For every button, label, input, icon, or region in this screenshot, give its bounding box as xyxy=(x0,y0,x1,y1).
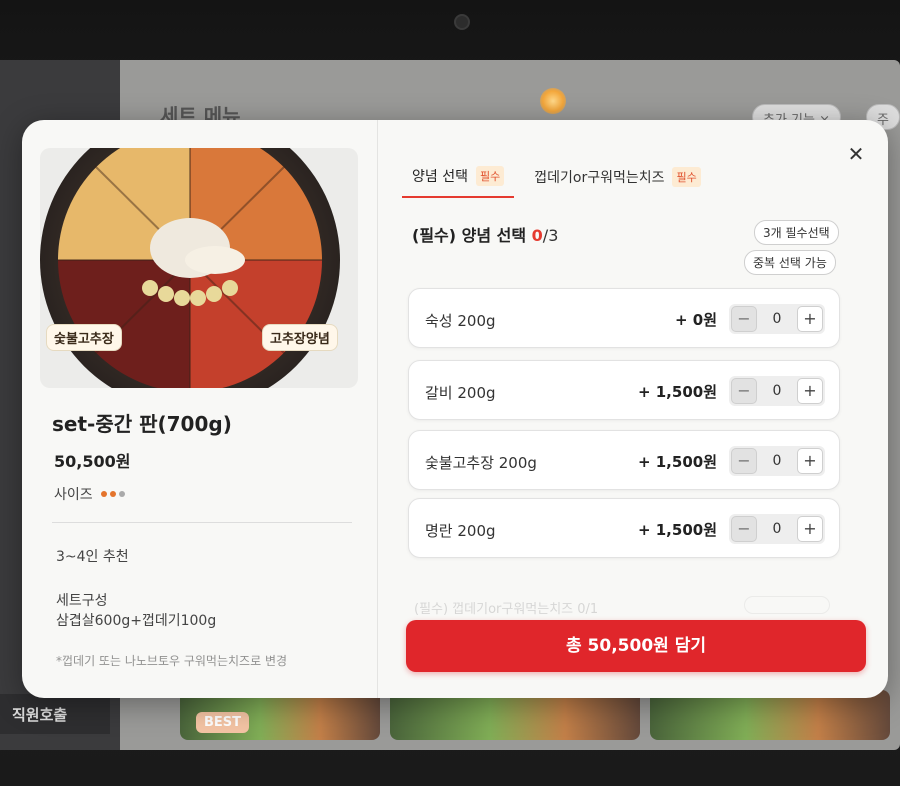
required-badge: 필수 xyxy=(672,167,701,187)
option-name: 명란 200g xyxy=(425,522,496,540)
next-section-chip xyxy=(744,596,830,614)
option-tabs: 양념 선택 필수 껍데기or구워먹는치즈 필수 xyxy=(402,160,711,198)
minus-button[interactable]: − xyxy=(731,378,757,404)
selected-count: 0 xyxy=(531,226,543,245)
option-price: + 1,500원 xyxy=(637,383,717,401)
quantity-value: 0 xyxy=(772,521,782,537)
required-badge: 필수 xyxy=(475,166,505,186)
tab-label: 껍데기or구워먹는치즈 xyxy=(534,170,665,186)
quantity-value: 0 xyxy=(772,311,782,327)
composition-note: *껍데기 또는 나노브토우 구워먹는치즈로 변경 xyxy=(56,654,288,668)
composition-title: 세트구성 xyxy=(56,593,108,609)
option-row[interactable]: 숙성 200g + 0원 − 0 + xyxy=(408,288,840,348)
plus-button[interactable]: + xyxy=(796,516,823,542)
minus-button[interactable]: − xyxy=(731,448,757,474)
composition-text: 삼겹살600g+껍데기100g xyxy=(56,613,217,629)
tab-label: 양념 선택 xyxy=(412,169,468,185)
quantity-value: 0 xyxy=(772,383,782,399)
close-icon[interactable]: ✕ xyxy=(844,142,868,166)
tab-sauce-select[interactable]: 양념 선택 필수 xyxy=(402,160,515,198)
quantity-stepper: − 0 + xyxy=(729,446,825,476)
divider xyxy=(52,522,352,523)
required-total: /3 xyxy=(542,226,559,245)
food-platter-image xyxy=(40,148,340,388)
option-name: 숙성 200g xyxy=(425,312,496,330)
best-badge: BEST xyxy=(196,712,250,733)
plus-button[interactable]: + xyxy=(796,306,823,332)
product-detail-panel: 숯불고추장 고추장양념 set-중간 판(700g) 50,500원 사이즈 3… xyxy=(22,120,378,698)
chip-required-count: 3개 필수선택 xyxy=(754,220,839,245)
tab-skin-or-cheese[interactable]: 껍데기or구워먹는치즈 필수 xyxy=(524,160,711,198)
light-reflection xyxy=(540,88,566,114)
quantity-stepper: − 0 + xyxy=(729,514,825,544)
size-label: 사이즈 xyxy=(54,487,93,503)
quantity-stepper: − 0 + xyxy=(729,376,825,406)
minus-button[interactable]: − xyxy=(731,306,757,332)
add-to-cart-button[interactable]: 총 50,500원 담기 xyxy=(406,620,866,672)
section-title-text: (필수) 양념 선택 xyxy=(412,226,532,245)
product-photo: 숯불고추장 고추장양념 xyxy=(40,148,358,388)
size-indicator: 사이즈 xyxy=(54,484,125,504)
minus-button[interactable]: − xyxy=(731,516,757,542)
section-title: (필수) 양념 선택 0/3 xyxy=(412,222,558,246)
size-dot xyxy=(109,491,116,497)
option-price: + 0원 xyxy=(674,311,717,329)
staff-call-button[interactable]: 직원호출 xyxy=(0,694,110,734)
plus-button[interactable]: + xyxy=(796,378,823,404)
product-name: set-중간 판(700g) xyxy=(52,412,232,436)
photo-label: 고추장양념 xyxy=(262,324,338,351)
photo-label: 숯불고추장 xyxy=(46,324,122,351)
size-dots xyxy=(100,491,125,497)
option-row[interactable]: 명란 200g + 1,500원 − 0 + xyxy=(408,498,840,558)
recommend-text: 3~4인 추천 xyxy=(56,549,129,565)
option-price: + 1,500원 xyxy=(637,521,717,539)
option-name: 갈비 200g xyxy=(425,384,496,402)
camera-icon xyxy=(454,14,470,30)
next-section-title: (필수) 껍데기or구워먹는치즈 0/1 xyxy=(414,602,599,617)
chip-duplicate-allowed: 중복 선택 가능 xyxy=(744,250,836,275)
option-row[interactable]: 갈비 200g + 1,500원 − 0 + xyxy=(408,360,840,420)
product-price: 50,500원 xyxy=(54,452,131,471)
quantity-stepper: − 0 + xyxy=(729,304,825,334)
option-row[interactable]: 숯불고추장 200g + 1,500원 − 0 + xyxy=(408,430,840,490)
size-dot xyxy=(100,491,107,497)
option-price: + 1,500원 xyxy=(637,453,717,471)
size-dot xyxy=(118,491,125,497)
option-name: 숯불고추장 200g xyxy=(425,454,537,472)
quantity-value: 0 xyxy=(772,453,782,469)
option-modal: ✕ 숯불고추장 고추장양념 set-중간 판(700g) 50,500원 사이즈… xyxy=(22,120,888,698)
plus-button[interactable]: + xyxy=(796,448,823,474)
